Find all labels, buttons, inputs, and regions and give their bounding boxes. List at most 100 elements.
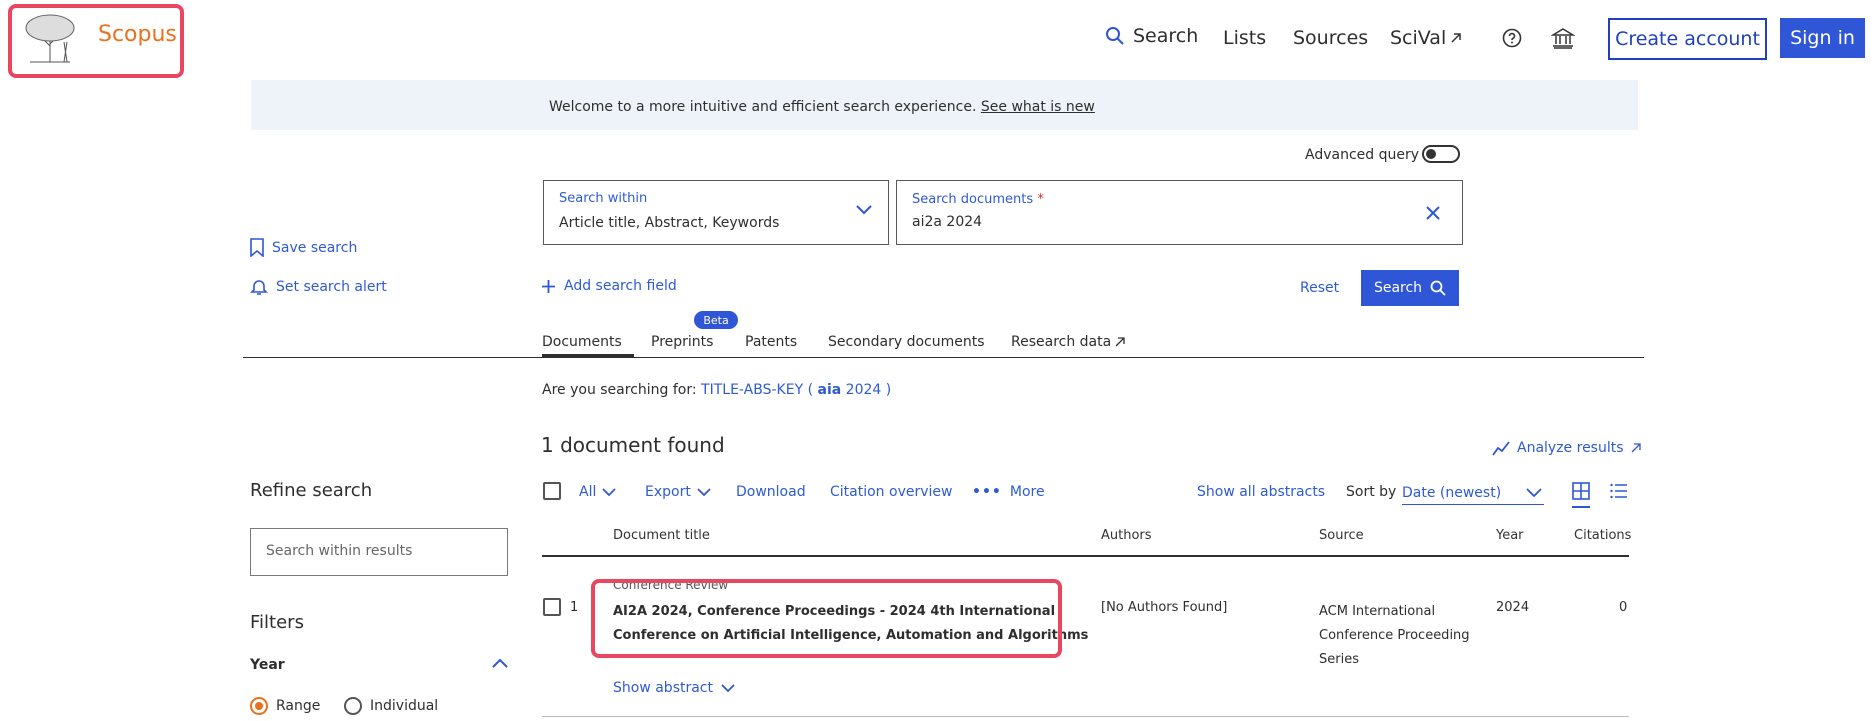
download-link[interactable]: Download [736,484,806,500]
help-icon[interactable] [1502,28,1522,48]
citation-overview-link[interactable]: Citation overview [830,484,952,500]
show-abstract-toggle[interactable]: Show abstract [613,680,735,696]
search-button-label: Search [1373,280,1423,296]
nav-search[interactable]: Search [1105,25,1198,47]
sort-select[interactable]: Date (newest) [1402,482,1544,505]
nav-scival[interactable]: SciVal [1390,27,1462,49]
save-search-link[interactable]: Save search [250,238,357,257]
show-all-abstracts-link[interactable]: Show all abstracts [1197,484,1325,500]
more-menu[interactable]: ••• More [972,484,1045,500]
search-icon [1106,27,1124,45]
citations-value[interactable]: 0 [1619,600,1627,615]
grid-view-icon[interactable] [1572,482,1590,508]
source-line-1: ACM International [1319,604,1436,619]
tab-research-data-label: Research data [1011,334,1112,350]
sort-by-label: Sort by [1346,484,1397,500]
tab-documents[interactable]: Documents [542,334,622,350]
search-button[interactable]: Search [1361,270,1459,306]
export-label: Export [645,484,691,500]
set-search-alert-link[interactable]: Set search alert [250,278,387,296]
search-within-value: Article title, Abstract, Keywords [559,215,780,231]
create-account-button[interactable]: Create account [1608,18,1767,60]
radio-selected [250,697,268,715]
sign-in-button[interactable]: Sign in [1780,18,1865,58]
range-radio[interactable]: Range [250,697,320,715]
search-within-results-placeholder: Search within results [266,543,413,559]
individual-radio[interactable]: Individual [344,697,438,715]
list-view-icon[interactable] [1610,483,1628,503]
col-source[interactable]: Source [1319,528,1364,543]
all-dropdown[interactable]: All [579,484,616,500]
chevron-down-icon [602,487,616,496]
analyze-results-link[interactable]: Analyze results [1492,440,1641,456]
nav-search-label: Search [1133,25,1199,47]
nav-sources[interactable]: Sources [1293,27,1368,49]
radio-unselected [344,697,362,715]
add-search-field-link[interactable]: Add search field [541,278,677,294]
title-highlight [591,579,1062,658]
search-suggestion: Are you searching for: TITLE-ABS-KEY ( a… [542,382,891,398]
search-within-results-input[interactable]: Search within results [250,528,508,576]
tabs-divider [243,357,1644,358]
row-checkbox[interactable] [543,598,561,616]
clear-icon[interactable] [1426,206,1440,220]
search-within-select[interactable]: Search within Article title, Abstract, K… [543,180,889,245]
bookmark-icon [250,238,264,257]
select-all-checkbox[interactable] [543,482,561,500]
institution-icon[interactable] [1550,27,1576,49]
chevron-down-icon [721,683,735,692]
required-mark: * [1037,192,1044,207]
source-value[interactable]: ACM International Conference Proceeding … [1319,600,1470,672]
individual-label: Individual [370,698,439,714]
suggestion-bold: aia [817,382,842,398]
export-dropdown[interactable]: Export [645,484,711,500]
all-label: All [579,484,597,500]
search-documents-value[interactable]: ai2a 2024 [912,214,982,230]
refine-title: Refine search [250,480,373,501]
authors-value: [No Authors Found] [1101,600,1228,615]
tab-research-data[interactable]: Research data [1011,334,1125,350]
col-authors[interactable]: Authors [1101,528,1152,543]
trend-icon [1492,441,1510,456]
brand-name[interactable]: Scopus [98,22,177,47]
chevron-down-icon [1526,488,1542,498]
suggestion-pre: TITLE-ABS-KEY ( [701,382,814,398]
chevron-down-icon [856,205,872,215]
table-header-divider [542,555,1629,557]
set-alert-label: Set search alert [276,279,387,295]
more-dots-icon: ••• [972,484,1002,500]
search-documents-label: Search documents * [912,192,1044,207]
elsevier-logo[interactable] [20,12,80,64]
advanced-query-label: Advanced query [1305,147,1420,163]
search-documents-field[interactable]: Search documents * ai2a 2024 [896,180,1463,245]
row-number: 1 [570,600,579,615]
year-label: Year [250,657,285,673]
col-year[interactable]: Year [1496,528,1524,543]
col-citations[interactable]: Citations [1574,528,1631,543]
search-icon [1430,280,1446,296]
banner-text: Welcome to a more intuitive and efficien… [549,99,977,115]
suggestion-post: 2024 ) [845,382,892,398]
banner-link[interactable]: See what is new [981,99,1095,115]
range-label: Range [276,698,321,714]
sort-value: Date (newest) [1402,485,1502,501]
suggestion-query[interactable]: TITLE-ABS-KEY ( aia 2024 ) [701,382,891,398]
row-divider [542,716,1629,717]
chevron-up-icon [492,658,508,668]
banner-content: Welcome to a more intuitive and efficien… [549,99,1095,115]
nav-scival-label: SciVal [1390,27,1447,49]
plus-icon [542,279,555,293]
external-link-icon [1631,443,1641,453]
tab-preprints[interactable]: Preprints [651,334,713,350]
save-search-label: Save search [272,239,358,256]
more-label: More [1009,484,1045,500]
year-filter-header[interactable]: Year [250,654,508,676]
col-document-title[interactable]: Document title [613,528,710,543]
tab-patents[interactable]: Patents [745,334,797,350]
nav-lists[interactable]: Lists [1223,27,1266,49]
bell-icon [250,280,268,295]
advanced-query-toggle[interactable] [1422,145,1460,163]
docs-label-text: Search documents [912,192,1034,207]
tab-secondary-documents[interactable]: Secondary documents [828,334,985,350]
reset-link[interactable]: Reset [1300,280,1339,296]
